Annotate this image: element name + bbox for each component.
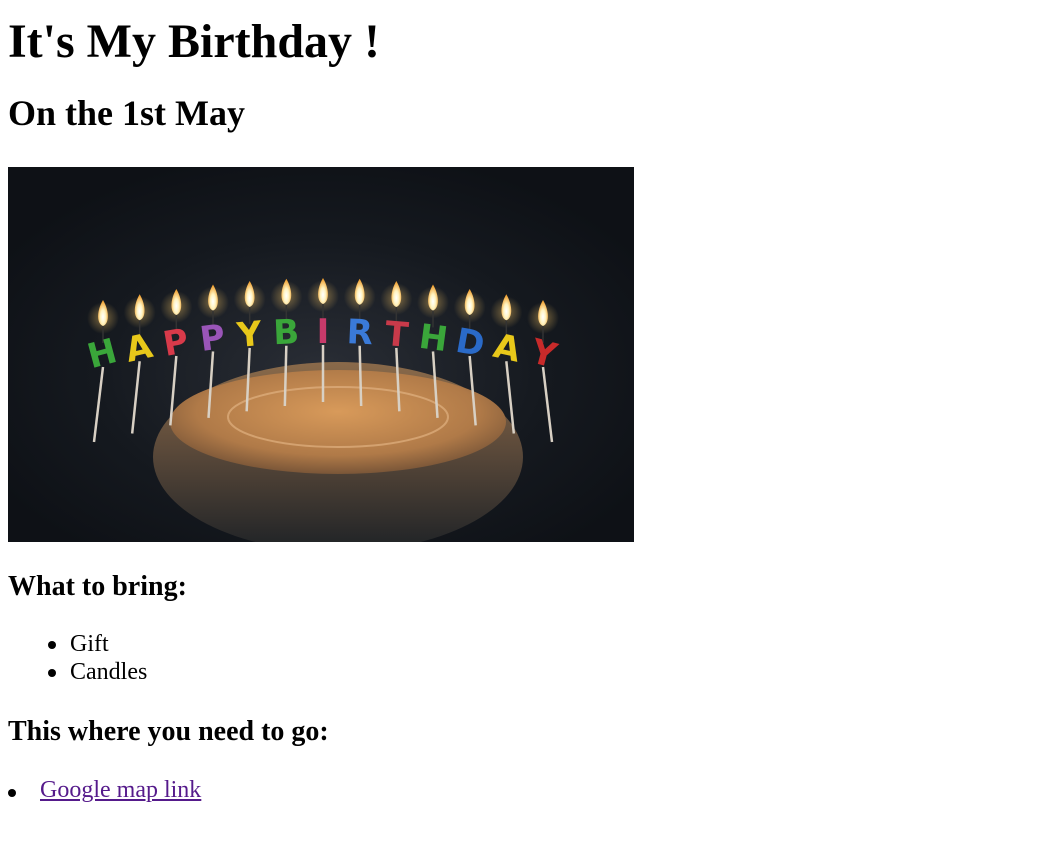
candle-letter: H	[417, 317, 450, 360]
map-link-item: Google map link	[8, 775, 1042, 805]
list-item: Candles	[48, 658, 1042, 686]
cake-top	[170, 370, 506, 474]
bullet-icon	[48, 641, 56, 649]
list-item-label: Candles	[70, 659, 148, 685]
bullet-icon	[48, 669, 56, 677]
birthday-cake-image: HAPPYBIRTHDAY	[8, 167, 634, 542]
candle-stick	[358, 345, 363, 407]
bullet-icon	[8, 789, 16, 797]
candle-letter: I	[317, 312, 330, 352]
candle-letter: T	[383, 314, 410, 356]
candle-letter: Y	[234, 314, 263, 356]
candle-letter: R	[346, 312, 374, 353]
candle-letter: B	[272, 312, 300, 353]
list-item-label: Gift	[70, 631, 109, 657]
page-subtitle: On the 1st May	[8, 93, 245, 133]
bring-list: Gift Candles	[8, 630, 1042, 686]
directions-heading: This where you need to go:	[8, 716, 329, 747]
bring-heading: What to bring:	[8, 571, 187, 602]
page-content: It's My Birthday ! On the 1st May H A P …	[0, 0, 1050, 805]
page-title: It's My Birthday !	[8, 15, 380, 68]
list-item: Gift	[48, 630, 1042, 658]
candle-stick	[283, 345, 288, 407]
candle-letter: P	[198, 317, 228, 360]
google-map-link[interactable]: Google map link	[40, 775, 201, 805]
